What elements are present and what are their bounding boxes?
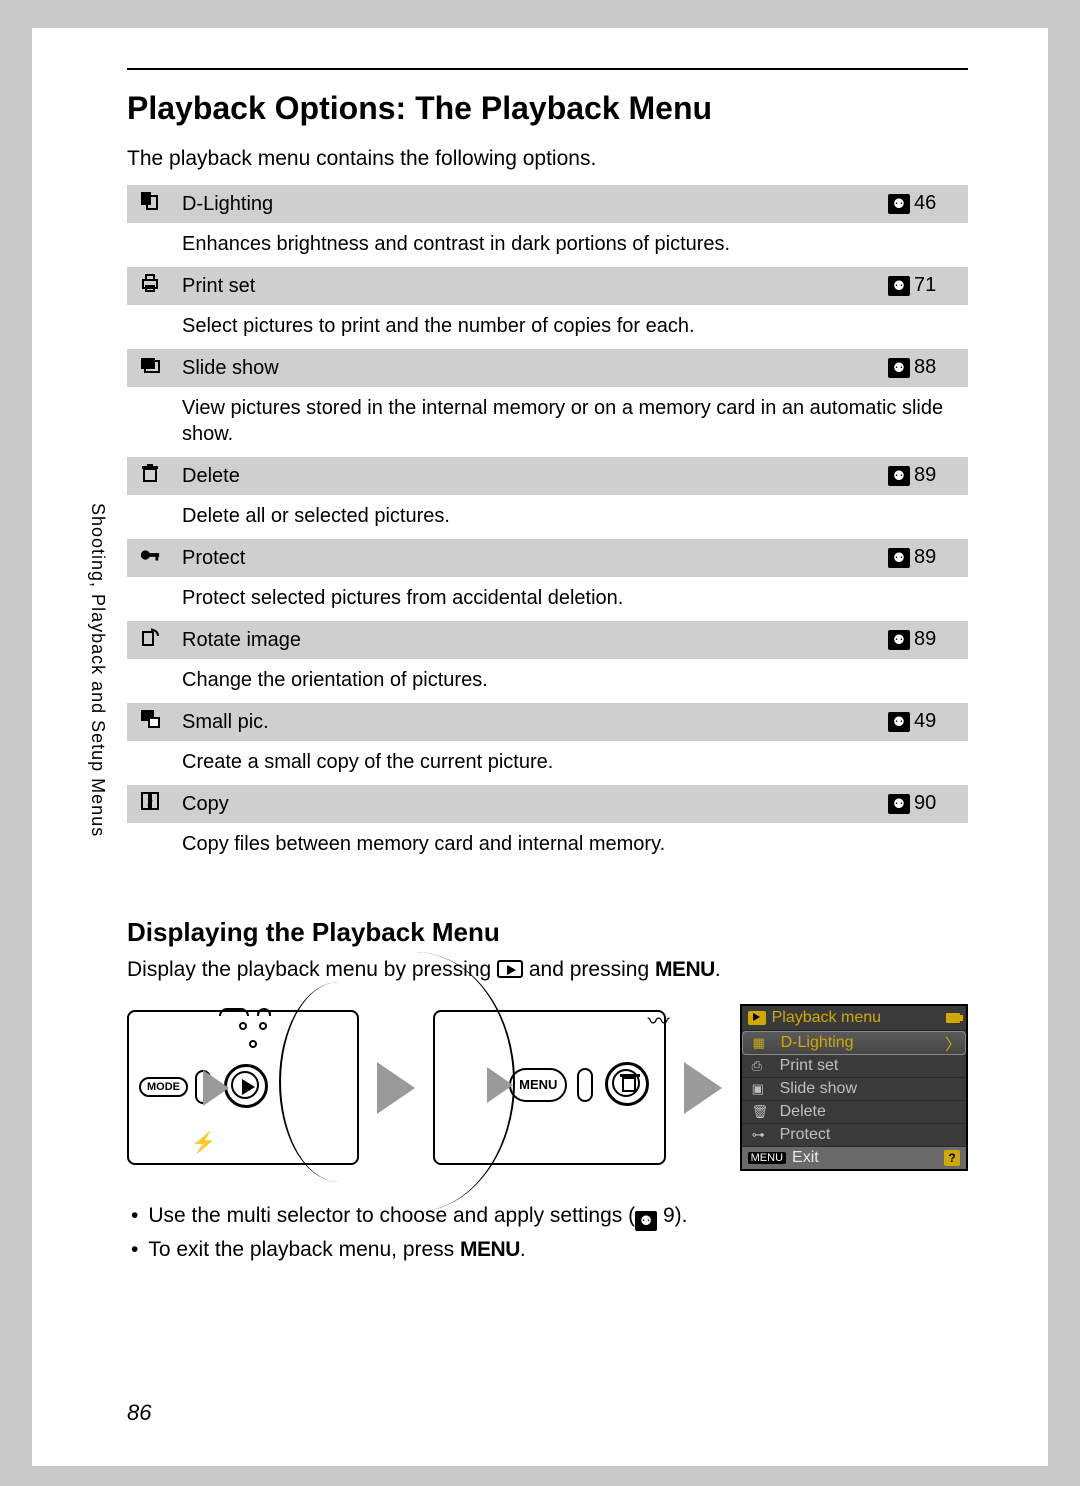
print-icon [127,267,172,305]
menu-label: MENU [460,1238,520,1261]
page-ref: 9 [663,1204,675,1227]
section-tab: Shooting, Playback and Setup Menus [87,503,108,837]
menu-item-label: Protect [780,1126,831,1144]
option-name: Copy [172,785,878,823]
option-desc: Delete all or selected pictures. [127,495,968,539]
menu-button: MENU [509,1068,567,1102]
option-desc: Copy files between memory card and inter… [127,823,968,867]
option-desc: Select pictures to print and the number … [127,305,968,349]
menu-item-icon: ⎙ [752,1058,770,1074]
rotate-icon [127,621,172,659]
page-number: 86 [127,1400,151,1426]
subheading: Displaying the Playback Menu [127,917,968,948]
option-header: Small pic.⚉49 [127,703,968,741]
menu-label: MENU [655,958,715,981]
diagrams-row: MODE ⚡ 〰 MENU Playback men [127,1004,968,1171]
lcd-menu-item: ▣ Slide show [742,1078,966,1101]
arrow-icon [684,1062,722,1114]
menu-item-label: Delete [780,1103,826,1121]
menu-item-label: D-Lighting [781,1034,854,1052]
play-icon [748,1011,766,1025]
lcd-footer: MENU Exit ? [742,1147,966,1169]
lcd-menu-item: ▦ D-Lighting [742,1031,966,1055]
playback-button [224,1064,268,1108]
page-ref: ⚉71 [878,267,968,305]
bullet-list: • Use the multi selector to choose and a… [131,1199,968,1266]
intro-text: The playback menu contains the following… [127,147,968,171]
text: To exit the playback menu, press [148,1238,460,1261]
arrow-icon [203,1070,229,1106]
lcd-menu-item: 🗑 Delete [742,1101,966,1124]
option-desc: Protect selected pictures from accidenta… [127,577,968,621]
page-ref: ⚉46 [878,185,968,223]
menu-item-icon: ▦ [753,1035,771,1051]
protect-icon [127,539,172,577]
lcd-menu-item: ⎙ Print set [742,1055,966,1078]
option-name: Slide show [172,349,878,387]
option-name: Protect [172,539,878,577]
option-name: Small pic. [172,703,878,741]
smallpic-icon [127,703,172,741]
menu-item-icon: 🗑 [752,1104,770,1120]
flash-icon: ⚡ [191,1130,216,1155]
options-table: D-Lighting⚉46Enhances brightness and con… [127,185,968,867]
page-title: Playback Options: The Playback Menu [127,90,968,127]
page-ref: ⚉49 [878,703,968,741]
text: . [715,958,721,981]
text: . [520,1238,526,1261]
menu-item-label: Slide show [780,1080,857,1098]
menu-item-icon: ⊶ [752,1127,770,1143]
d-lighting-icon [127,185,172,223]
lcd-title: Playback menu [742,1006,966,1031]
copy-icon [127,785,172,823]
option-header: Print set⚉71 [127,267,968,305]
page-ref-icon: ⚉ [635,1211,657,1231]
menu-item-icon: ▣ [752,1081,770,1097]
option-name: D-Lighting [172,185,878,223]
option-header: Slide show⚉88 [127,349,968,387]
lcd-title-text: Playback menu [772,1009,881,1027]
option-desc: Create a small copy of the current pictu… [127,741,968,785]
option-desc: Enhances brightness and contrast in dark… [127,223,968,267]
page-ref: ⚉89 [878,457,968,495]
top-rule [127,68,968,70]
option-header: Copy⚉90 [127,785,968,823]
mode-button: MODE [139,1077,188,1097]
strap-icon: 〰 [648,1004,670,1036]
exit-label: Exit [792,1149,819,1167]
page-ref: ⚉88 [878,349,968,387]
menu-badge: MENU [748,1152,786,1164]
delete-button [605,1062,649,1106]
display-instruction: Display the playback menu by pressing an… [127,958,968,982]
option-name: Print set [172,267,878,305]
trash-icon [127,457,172,495]
lcd-playback-menu: Playback menu ▦ D-Lighting ⎙ Print set ▣ Slid… [740,1004,968,1171]
option-header: Protect⚉89 [127,539,968,577]
page-ref: ⚉89 [878,621,968,659]
option-header: D-Lighting⚉46 [127,185,968,223]
option-desc: Change the orientation of pictures. [127,659,968,703]
option-header: Delete⚉89 [127,457,968,495]
lcd-menu-item: ⊶ Protect [742,1124,966,1147]
menu-item-label: Print set [780,1057,839,1075]
option-desc: View pictures stored in the internal mem… [127,387,968,457]
text: ). [675,1204,688,1227]
option-name: Rotate image [172,621,878,659]
slideshow-icon [127,349,172,387]
page-ref: ⚉90 [878,785,968,823]
text: and pressing [529,958,655,981]
manual-page: Shooting, Playback and Setup Menus Playb… [32,28,1048,1466]
battery-icon [946,1013,960,1023]
page-ref: ⚉89 [878,539,968,577]
option-header: Rotate image⚉89 [127,621,968,659]
help-icon: ? [944,1150,960,1166]
play-button-icon [497,960,523,978]
camera-back-2: 〰 MENU [433,1010,665,1165]
option-name: Delete [172,457,878,495]
